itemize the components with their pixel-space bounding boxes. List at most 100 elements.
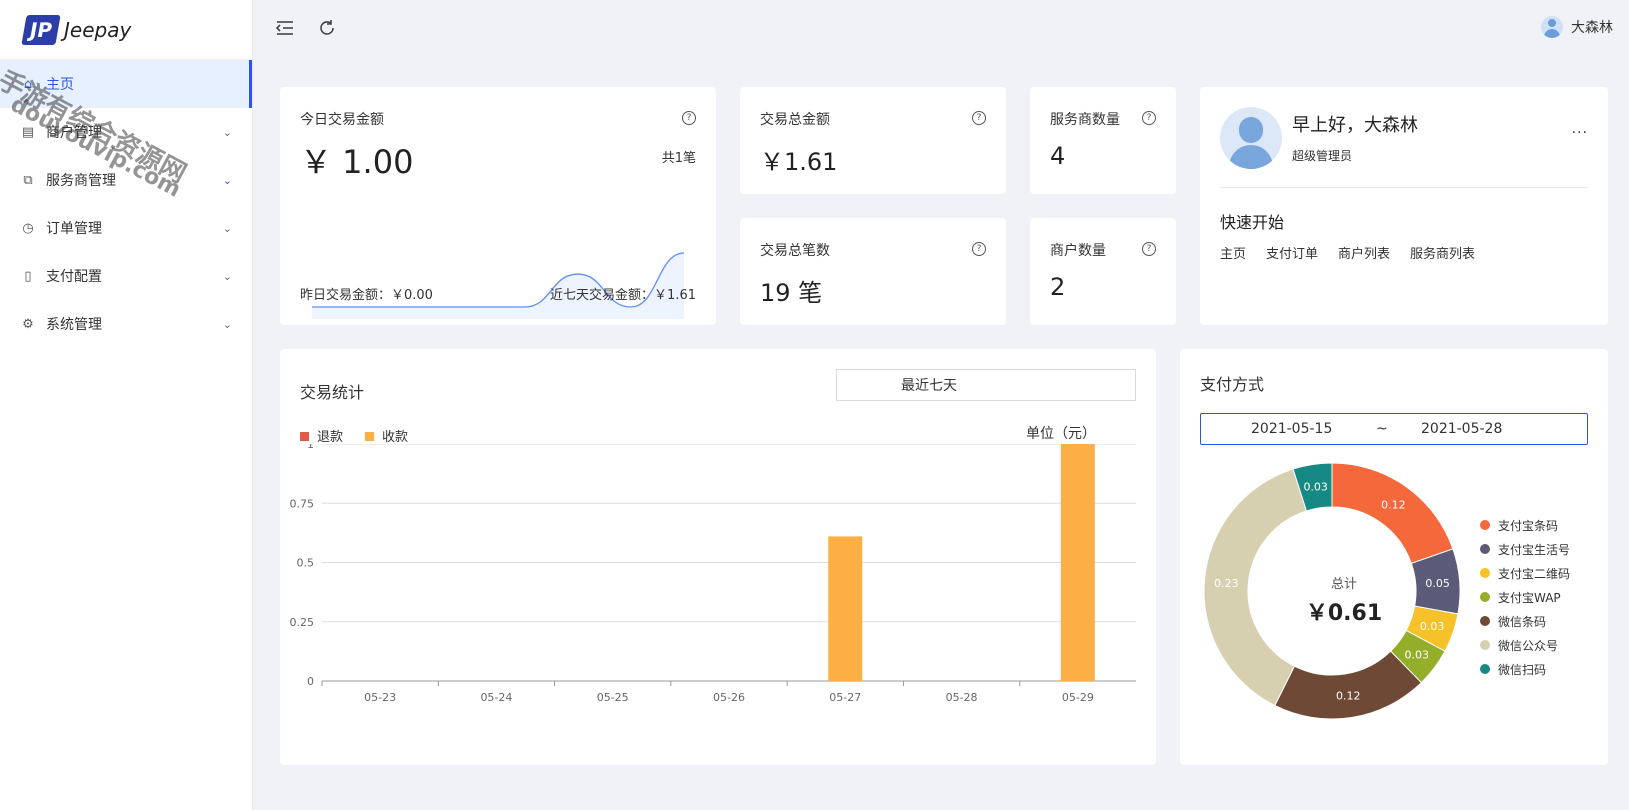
pie-slice-4 bbox=[1274, 650, 1423, 720]
help-icon[interactable]: ? bbox=[682, 111, 696, 125]
date-to[interactable]: 2021-05-28 bbox=[1421, 421, 1502, 437]
more-icon[interactable]: ··· bbox=[1572, 125, 1588, 141]
isv-count-card: 服务商数量 ? 4 bbox=[1030, 87, 1176, 194]
help-icon[interactable]: ? bbox=[1142, 242, 1156, 256]
logo-text: Jeepay bbox=[64, 17, 132, 42]
date-range-picker[interactable]: 2021-05-15 ~ 2021-05-28 bbox=[1200, 413, 1588, 445]
legend-dot bbox=[1480, 664, 1490, 674]
chevron-down-icon[interactable]: ⌄ bbox=[223, 318, 232, 331]
sidebar-item-label: 订单管理 bbox=[46, 221, 102, 237]
total-label: 总计 bbox=[1330, 577, 1357, 592]
pie-value-label: 0.03 bbox=[1405, 649, 1430, 662]
order-icon: ◷ bbox=[22, 220, 34, 236]
x-tick-label: 05-27 bbox=[829, 691, 861, 704]
sidebar-item-2[interactable]: ⧉ 服务商管理 ⌄ bbox=[0, 156, 252, 204]
sidebar-item-label: 支付配置 bbox=[46, 269, 102, 285]
legend-label: 支付宝条码 bbox=[1498, 518, 1559, 533]
legend-dot bbox=[1480, 616, 1490, 626]
quick-link[interactable]: 服务商列表 bbox=[1410, 243, 1475, 262]
refresh-icon[interactable] bbox=[315, 16, 339, 40]
quick-link[interactable]: 支付订单 bbox=[1266, 243, 1318, 262]
sidebar-item-4[interactable]: ▯ 支付配置 ⌄ bbox=[0, 252, 252, 300]
legend-item[interactable]: 微信公众号 bbox=[1480, 633, 1570, 657]
trade-stats-card: 交易统计 最近七天 退款 收款 单位（元） 0 0.25 0.5 0.75 1 05-23… bbox=[280, 349, 1156, 765]
x-tick-label: 05-28 bbox=[946, 691, 978, 704]
x-tick-label: 05-29 bbox=[1062, 691, 1094, 704]
pie-value-label: 0.12 bbox=[1336, 690, 1361, 703]
sidebar-item-0[interactable]: ⌂ 主页 bbox=[0, 60, 252, 108]
x-tick-label: 05-25 bbox=[597, 691, 629, 704]
pie-value-label: 0.03 bbox=[1420, 620, 1445, 633]
chevron-down-icon[interactable]: ⌄ bbox=[223, 270, 232, 283]
help-icon[interactable]: ? bbox=[972, 242, 986, 256]
sidebar-item-3[interactable]: ◷ 订单管理 ⌄ bbox=[0, 204, 252, 252]
seven-day-amount: 近七天交易金额：￥1.61 bbox=[550, 288, 696, 303]
x-tick-label: 05-24 bbox=[480, 691, 512, 704]
yesterday-amount: 昨日交易金额：￥0.00 bbox=[300, 288, 433, 303]
store-icon: ▤ bbox=[21, 124, 35, 140]
logo[interactable]: JP Jeepay bbox=[0, 0, 252, 60]
y-tick-label: 0.5 bbox=[297, 557, 315, 570]
user-menu[interactable]: 大森林 bbox=[1541, 16, 1613, 38]
total-amount-title: 交易总金额 bbox=[760, 112, 830, 128]
chevron-down-icon[interactable]: ⌄ bbox=[223, 126, 232, 139]
legend-item[interactable]: 支付宝WAP bbox=[1480, 585, 1570, 609]
user-name: 大森林 bbox=[1571, 20, 1613, 36]
total-count-value: 19 笔 bbox=[760, 279, 823, 307]
date-from[interactable]: 2021-05-15 bbox=[1251, 421, 1332, 437]
legend-dot bbox=[1480, 640, 1490, 650]
sidebar-item-1[interactable]: ▤ 商户管理 ⌄ bbox=[0, 108, 252, 156]
today-amount: ￥ 1.00 bbox=[300, 143, 414, 181]
quick-start-title: 快速开始 bbox=[1220, 213, 1285, 232]
total-amount-value: ￥1.61 bbox=[760, 148, 838, 176]
menu-fold-icon[interactable] bbox=[273, 16, 297, 40]
bar-收款-05-29 bbox=[1060, 444, 1095, 681]
legend-label: 支付宝二维码 bbox=[1498, 566, 1571, 581]
pie-value-label: 0.12 bbox=[1381, 499, 1406, 512]
chevron-down-icon[interactable]: ⌄ bbox=[223, 174, 232, 187]
pie-legend: 支付宝条码支付宝生活号 支付宝二维码 支付宝WAP 微信条码微信公众号 微信扫码 bbox=[1480, 513, 1570, 681]
today-count: 共1笔 bbox=[661, 151, 696, 166]
quick-link[interactable]: 商户列表 bbox=[1338, 243, 1390, 262]
y-tick-label: 0.25 bbox=[290, 616, 315, 629]
pie-slice-0 bbox=[1331, 462, 1454, 565]
sidebar-item-5[interactable]: ⚙ 系统管理 ⌄ bbox=[0, 300, 252, 348]
legend-label: 支付宝WAP bbox=[1498, 590, 1561, 605]
legend-item[interactable]: 微信扫码 bbox=[1480, 657, 1570, 681]
header: 大森林 bbox=[253, 0, 1629, 56]
sidebar-item-label: 系统管理 bbox=[46, 317, 102, 333]
sidebar: JP Jeepay ⌂ 主页 ▤ 商户管理 ⌄ ⧉ 服务商管理 ⌄ ◷ 订单管理 ⌄ ▯ 支付配置 ⌄ ⚙ 系… bbox=[0, 0, 253, 810]
y-tick-label: 0 bbox=[307, 675, 314, 688]
legend-label: 支付宝生活号 bbox=[1498, 542, 1571, 557]
legend-item[interactable]: 支付宝二维码 bbox=[1480, 561, 1570, 585]
chevron-down-icon[interactable]: ⌄ bbox=[223, 222, 232, 235]
user-role: 超级管理员 bbox=[1292, 149, 1353, 163]
help-icon[interactable]: ? bbox=[1142, 111, 1156, 125]
range-select[interactable]: 最近七天 bbox=[836, 369, 1136, 401]
pay-config-icon: ▯ bbox=[24, 268, 32, 284]
welcome-card: 早上好，大森林 超级管理员 ··· 快速开始 主页 支付订单 商户列表 服务商列表 bbox=[1200, 87, 1608, 325]
gear-icon: ⚙ bbox=[22, 316, 34, 332]
legend-item[interactable]: 支付宝条码 bbox=[1480, 513, 1570, 537]
legend-income[interactable]: 收款 bbox=[365, 426, 408, 445]
quick-link[interactable]: 主页 bbox=[1220, 243, 1246, 262]
home-icon: ⌂ bbox=[23, 76, 33, 92]
mch-count-title: 商户数量 bbox=[1050, 243, 1106, 259]
logo-mark: JP bbox=[21, 14, 61, 45]
sidebar-item-label: 主页 bbox=[46, 77, 74, 93]
pie-value-label: 0.03 bbox=[1303, 480, 1328, 493]
isv-count-value: 4 bbox=[1050, 142, 1066, 170]
pie-value-label: 0.05 bbox=[1425, 577, 1450, 590]
total-amount-card: 交易总金额 ? ￥1.61 bbox=[740, 87, 1006, 194]
total-value: ￥0.61 bbox=[1305, 601, 1383, 626]
legend-item[interactable]: 支付宝生活号 bbox=[1480, 537, 1570, 561]
trade-bar-chart: 0 0.25 0.5 0.75 1 05-23 05-24 05-25 05-26 05-27 05… bbox=[290, 444, 1136, 704]
today-sparkline bbox=[312, 252, 684, 319]
legend-refund[interactable]: 退款 bbox=[300, 426, 343, 445]
legend-label: 微信条码 bbox=[1498, 614, 1547, 629]
legend-item[interactable]: 微信条码 bbox=[1480, 609, 1570, 633]
avatar bbox=[1541, 16, 1563, 38]
isv-count-title: 服务商数量 bbox=[1050, 112, 1120, 128]
unit-label: 单位（元） bbox=[1026, 426, 1096, 442]
help-icon[interactable]: ? bbox=[972, 111, 986, 125]
